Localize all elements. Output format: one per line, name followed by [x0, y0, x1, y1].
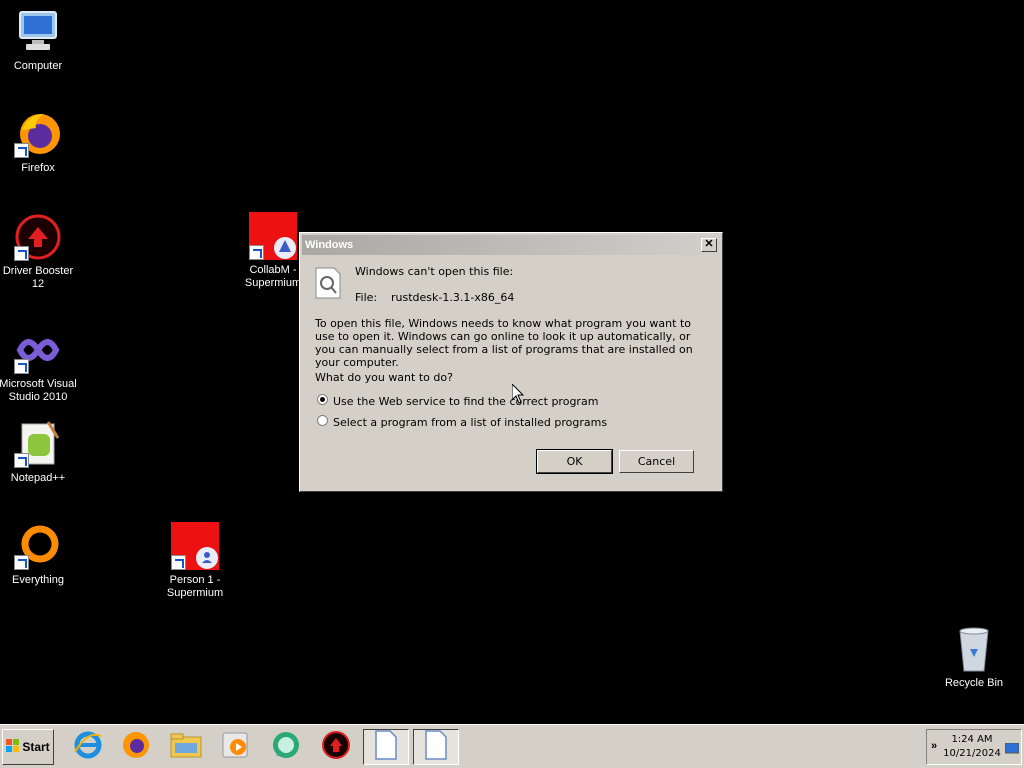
dialog-titlebar[interactable]: Windows ✕: [302, 235, 720, 255]
file-name: rustdesk-1.3.1-x86_64: [391, 291, 515, 304]
computer-icon: [14, 8, 62, 56]
person1-label: Person 1 - Supermium: [166, 574, 224, 599]
taskbar-driver-booster[interactable]: [318, 729, 354, 765]
open-with-dialog: Windows ✕ Windows can't open this file: …: [299, 232, 723, 492]
taskbar-firefox[interactable]: [118, 729, 154, 765]
clock-date: 10/21/2024: [943, 748, 1001, 759]
desktop-icon-everything[interactable]: Everything: [0, 522, 78, 587]
supermium-profile-icon: [171, 522, 219, 570]
file-search-icon: [314, 267, 342, 299]
shortcut-arrow-icon: [14, 359, 29, 374]
desktop-icon-visual-studio[interactable]: Microsoft Visual Studio 2010: [0, 326, 78, 404]
taskbar-chat-app[interactable]: [268, 729, 304, 765]
start-label: Start: [22, 740, 50, 754]
shortcut-arrow-icon: [249, 245, 264, 260]
firefox-label: Firefox: [21, 162, 55, 174]
desktop-icon-person1[interactable]: Person 1 - Supermium: [155, 522, 235, 600]
taskbar-open-window-2[interactable]: [413, 729, 459, 765]
driver-booster-icon: [14, 213, 62, 261]
desktop-icon-computer[interactable]: Computer: [0, 8, 78, 73]
internet-explorer-icon: [73, 730, 103, 765]
option-program-list-label[interactable]: Select a program from a list of installe…: [333, 416, 607, 429]
shortcut-arrow-icon: [14, 453, 29, 468]
question-text: What do you want to do?: [315, 371, 453, 384]
taskbar-file-explorer[interactable]: [168, 729, 204, 765]
document-icon: [424, 729, 448, 765]
desktop-icon-recycle-bin[interactable]: Recycle Bin: [934, 625, 1014, 690]
dialog-description: To open this file, Windows needs to know…: [315, 317, 693, 369]
radio-program-list[interactable]: [317, 415, 328, 426]
taskbar-open-window-1[interactable]: [363, 729, 409, 765]
show-desktop-icon[interactable]: [1004, 742, 1020, 760]
file-label: File:: [355, 291, 378, 304]
radio-web-service[interactable]: [317, 394, 328, 405]
notepadpp-label: Notepad++: [10, 472, 66, 484]
supermium-profile-icon: [249, 212, 297, 260]
taskbar-internet-explorer[interactable]: [70, 729, 106, 765]
shortcut-arrow-icon: [14, 246, 29, 261]
close-button[interactable]: ✕: [701, 238, 717, 252]
dialog-heading: Windows can't open this file:: [355, 265, 514, 278]
shortcut-arrow-icon: [171, 555, 186, 570]
everything-label: Everything: [12, 574, 64, 586]
desktop-icon-notepadpp[interactable]: Notepad++: [0, 420, 78, 485]
system-tray: » 1:24 AM 10/21/2024: [926, 729, 1022, 765]
windows-logo-icon: [6, 738, 20, 756]
computer-label: Computer: [13, 60, 63, 72]
taskbar: Start » 1:24 AM 10/21/2024: [0, 724, 1024, 768]
recycle-bin-icon: [950, 625, 998, 673]
ok-button[interactable]: OK: [536, 449, 613, 474]
driver-booster-label: Driver Booster 12: [2, 265, 74, 290]
notepadpp-icon: [14, 420, 62, 468]
visual-studio-icon: [14, 326, 62, 374]
media-player-icon: [221, 730, 251, 765]
tray-expand-icon[interactable]: »: [931, 740, 937, 752]
document-icon: [374, 729, 398, 765]
everything-icon: [14, 522, 62, 570]
desktop-icon-firefox[interactable]: Firefox: [0, 110, 78, 175]
firefox-icon: [121, 730, 151, 765]
shortcut-arrow-icon: [14, 555, 29, 570]
folder-icon: [170, 731, 202, 764]
visual-studio-label: Microsoft Visual Studio 2010: [0, 378, 77, 403]
recycle-bin-label: Recycle Bin: [944, 677, 1004, 689]
clock[interactable]: 1:24 AM 10/21/2024: [941, 733, 1003, 761]
shortcut-arrow-icon: [14, 143, 29, 158]
mouse-cursor-icon: [511, 382, 525, 409]
cancel-button[interactable]: Cancel: [619, 450, 694, 473]
desktop-icon-driver-booster[interactable]: Driver Booster 12: [0, 213, 78, 291]
firefox-icon: [14, 110, 62, 158]
chat-app-icon: [270, 730, 302, 765]
clock-time: 1:24 AM: [951, 734, 993, 745]
taskbar-media-player[interactable]: [218, 729, 254, 765]
driver-booster-icon: [321, 730, 351, 765]
dialog-title: Windows: [305, 239, 354, 251]
start-button[interactable]: Start: [2, 729, 54, 765]
option-web-service-label[interactable]: Use the Web service to find the correct …: [333, 395, 598, 408]
